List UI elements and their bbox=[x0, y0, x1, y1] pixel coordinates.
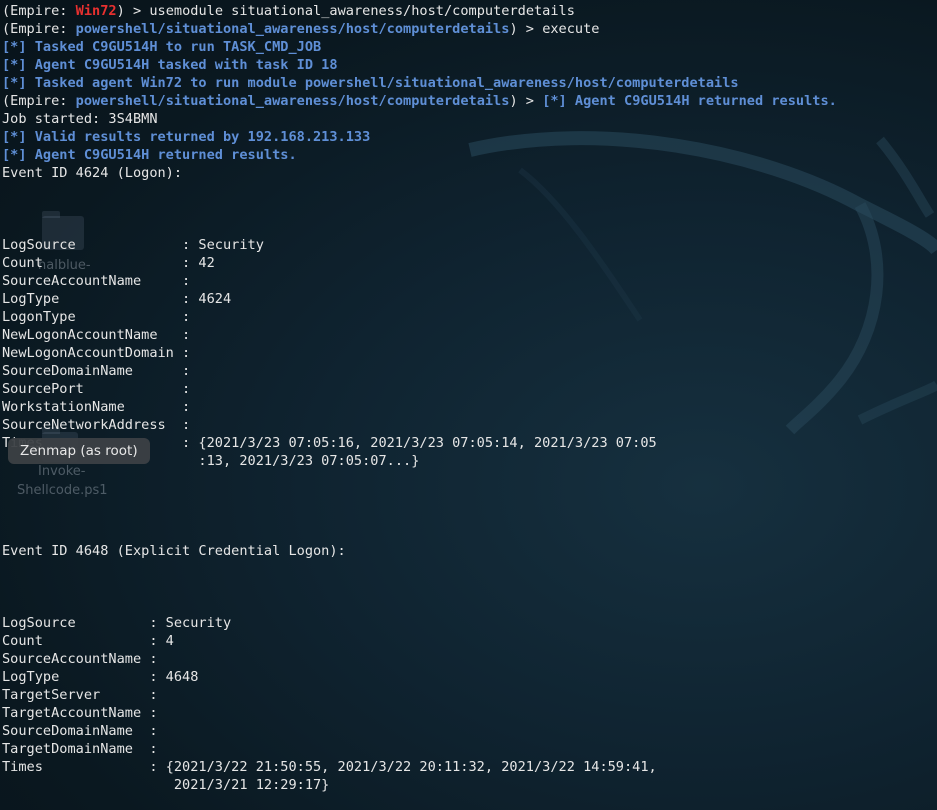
event-field-row: SourceAccountName : bbox=[2, 273, 191, 289]
zenmap-tooltip: Zenmap (as root) bbox=[8, 438, 150, 464]
prompt-prefix: (Empire: bbox=[2, 3, 76, 19]
event-field-row: LogSource : Security bbox=[2, 615, 232, 631]
event-field-row: LogType : 4648 bbox=[2, 669, 199, 685]
event-field-row: SourceNetworkAddress : bbox=[2, 417, 191, 433]
event-field-row: TargetDomainName : bbox=[2, 741, 158, 757]
info-message: [*] Valid results returned by 192.168.21… bbox=[2, 129, 371, 145]
prompt-prefix: (Empire: bbox=[2, 93, 76, 109]
terminal-line: (Empire: powershell/situational_awarenes… bbox=[2, 92, 937, 110]
info-message: [*] Tasked agent Win72 to run module pow… bbox=[2, 75, 739, 91]
event-field-row: 2021/3/21 12:29:17} bbox=[2, 777, 330, 793]
event-field-row: LogSource : Security bbox=[2, 237, 264, 253]
info-message: [*] Tasked C9GU514H to run TASK_CMD_JOB bbox=[2, 39, 322, 55]
terminal-line: (Empire: powershell/situational_awarenes… bbox=[2, 20, 937, 38]
prompt-suffix: ) > bbox=[509, 93, 543, 109]
event-field-row: Count : 4 bbox=[2, 633, 174, 649]
event-field-row: WorkstationName : bbox=[2, 399, 191, 415]
module-path: powershell/situational_awareness/host/co… bbox=[75, 93, 510, 109]
event-field-row: NewLogonAccountDomain : bbox=[2, 345, 191, 361]
event-field-row: Count : 42 bbox=[2, 255, 215, 271]
prompt-suffix: ) > bbox=[509, 21, 543, 37]
prompt-prefix: (Empire: bbox=[2, 21, 76, 37]
agent-name: Win72 bbox=[75, 3, 117, 19]
desktop-screen: nalblue- Invoke- Shellcode.ps1 Zenmap (a… bbox=[0, 0, 937, 810]
event-field-row: SourceAccountName : bbox=[2, 651, 158, 667]
event-field-row: LogonType : bbox=[2, 309, 191, 325]
terminal-line: (Empire: Win72) > usemodule situational_… bbox=[2, 2, 937, 20]
event-field-row: SourceDomainName : bbox=[2, 723, 158, 739]
event-heading: Event ID 4648 (Explicit Credential Logon… bbox=[2, 543, 346, 559]
event-field-row: TargetServer : bbox=[2, 687, 158, 703]
event-field-row: Times : {2021/3/22 21:50:55, 2021/3/22 2… bbox=[2, 759, 657, 775]
info-message: [*] Agent C9GU514H returned results. bbox=[542, 93, 837, 109]
command-text: usemodule situational_awareness/host/com… bbox=[149, 3, 575, 19]
prompt-suffix: ) > bbox=[116, 3, 150, 19]
event-field-row: TargetAccountName : bbox=[2, 705, 158, 721]
info-message: [*] Agent C9GU514H returned results. bbox=[2, 147, 297, 163]
command-text: execute bbox=[542, 21, 600, 37]
event-field-row: SourceDomainName : bbox=[2, 363, 191, 379]
terminal-output[interactable]: (Empire: Win72) > usemodule situational_… bbox=[0, 2, 937, 794]
event-field-row: SourcePort : bbox=[2, 381, 191, 397]
module-path: powershell/situational_awareness/host/co… bbox=[75, 21, 510, 37]
info-message: [*] Agent C9GU514H tasked with task ID 1… bbox=[2, 57, 338, 73]
job-started-line: Job started: 3S4BMN bbox=[2, 111, 158, 127]
event-heading: Event ID 4624 (Logon): bbox=[2, 165, 183, 181]
event-field-row: LogType : 4624 bbox=[2, 291, 232, 307]
event-field-row: NewLogonAccountName : bbox=[2, 327, 191, 343]
